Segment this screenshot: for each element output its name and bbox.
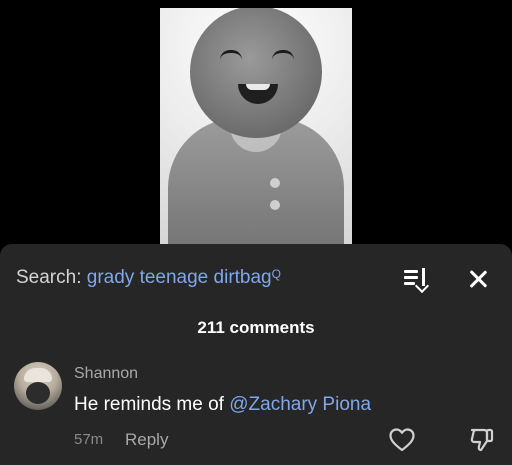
search-prefix: Search: (16, 267, 87, 288)
reply-button[interactable]: Reply (125, 430, 168, 450)
comments-count: 211 comments (197, 318, 315, 337)
search-term[interactable]: grady teenage dirtbag (87, 267, 272, 288)
comment-author[interactable]: Shannon (74, 365, 138, 383)
avatar[interactable] (14, 362, 62, 410)
baby-head (190, 8, 322, 138)
baby-eye (272, 50, 294, 61)
sort-button[interactable] (400, 264, 430, 294)
baby-eye (220, 50, 242, 61)
search-icon: Q (271, 267, 281, 281)
baby-button (270, 200, 280, 210)
avatar-face (26, 382, 50, 404)
comment-text-prefix: He reminds me of (74, 394, 230, 415)
comments-panel: Search: grady teenage dirtbagQ 211 comme… (0, 244, 512, 465)
video-thumbnail (160, 8, 352, 248)
close-icon[interactable] (464, 265, 492, 293)
comment-time: 57m (74, 431, 104, 448)
search-link[interactable]: Search: grady teenage dirtbagQ (16, 266, 396, 290)
heart-icon (389, 428, 415, 452)
comment-text: He reminds me of @Zachary Piona (74, 394, 371, 416)
comment-mention[interactable]: @Zachary Piona (229, 394, 371, 415)
thumbs-down-icon (470, 428, 494, 452)
baby-mouth (238, 84, 278, 104)
baby-button (270, 178, 280, 188)
video-area[interactable] (0, 0, 512, 250)
avatar-hat (24, 368, 52, 382)
baby-tooth (246, 84, 270, 90)
dislike-button[interactable] (468, 426, 496, 454)
like-button[interactable] (388, 427, 416, 453)
